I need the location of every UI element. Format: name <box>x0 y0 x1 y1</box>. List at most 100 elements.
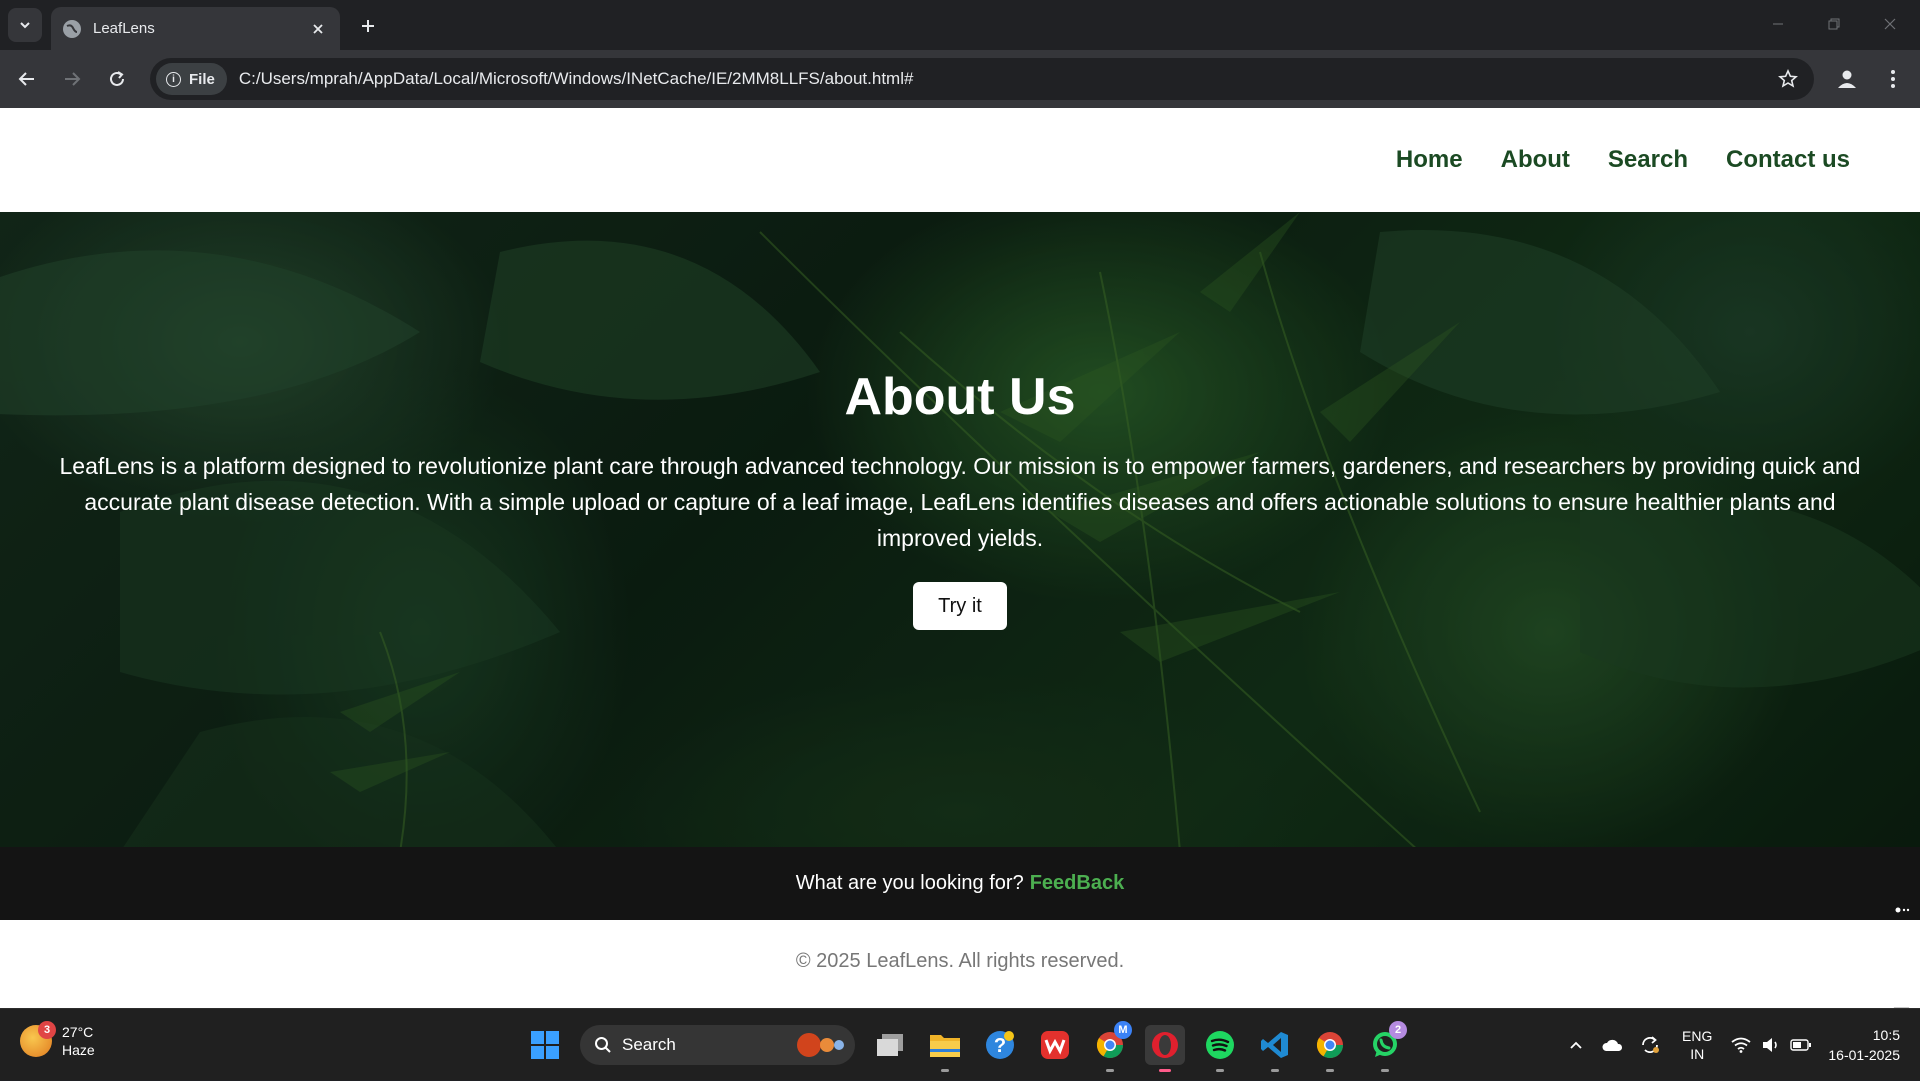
vscode-app[interactable] <box>1255 1025 1295 1072</box>
browser-tab-bar: LeafLens <box>0 0 1920 50</box>
profile-button[interactable] <box>1831 63 1863 95</box>
start-button[interactable] <box>525 1025 565 1065</box>
feedback-bar: What are you looking for? FeedBack <box>0 847 1920 920</box>
running-indicator <box>1381 1069 1389 1072</box>
running-indicator <box>941 1069 949 1072</box>
arrow-right-icon <box>65 72 81 86</box>
nav-home-link[interactable]: Home <box>1396 146 1463 174</box>
running-indicator <box>1216 1069 1224 1072</box>
chrome-profile-app[interactable]: M <box>1090 1021 1132 1072</box>
whatsapp-badge: 2 <box>1389 1021 1407 1039</box>
site-info-chip[interactable]: i File <box>156 63 227 95</box>
weather-temp: 27°C <box>62 1024 94 1040</box>
weather-widget[interactable]: 3 27°C Haze <box>20 1021 95 1059</box>
taskbar-apps: Search ? M 2 <box>525 1021 1420 1072</box>
page-title: About Us <box>844 368 1076 426</box>
wifi-icon[interactable] <box>1726 1037 1756 1053</box>
close-icon <box>1884 18 1896 30</box>
chrome-icon <box>1316 1032 1344 1059</box>
chrome-app[interactable] <box>1310 1025 1350 1072</box>
running-indicator <box>1106 1069 1114 1072</box>
running-indicator <box>1271 1069 1279 1072</box>
opera-app[interactable] <box>1145 1025 1185 1072</box>
search-icon <box>595 1037 611 1053</box>
restore-button[interactable] <box>1806 4 1862 44</box>
volume-icon[interactable] <box>1756 1037 1786 1053</box>
onedrive-icon[interactable] <box>1592 1038 1632 1052</box>
folder-icon <box>930 1035 960 1057</box>
file-explorer-app[interactable] <box>925 1025 965 1072</box>
clock-date: 16-01-2025 <box>1828 1047 1900 1063</box>
close-window-button[interactable] <box>1862 4 1918 44</box>
wps-icon <box>1041 1031 1069 1059</box>
vscode-icon <box>1261 1032 1288 1058</box>
arrow-left-icon <box>18 72 34 86</box>
pin-icon[interactable] <box>1888 895 1918 925</box>
help-app[interactable]: ? <box>980 1025 1020 1065</box>
language-region: IN <box>1690 1046 1705 1062</box>
site-header: Home About Search Contact us <box>0 108 1920 212</box>
about-description: LeafLens is a platform designed to revol… <box>59 453 1861 551</box>
task-view-icon <box>877 1034 903 1056</box>
spotify-app[interactable] <box>1200 1025 1240 1072</box>
windows-taskbar: 3 27°C Haze Search ? M 2 ENG IN 10:5 16-… <box>0 1008 1920 1080</box>
browser-toolbar: i File C:/Users/mprah/AppData/Local/Micr… <box>0 50 1920 108</box>
chevron-up-icon <box>1570 1041 1582 1049</box>
windows-logo-icon <box>531 1031 559 1059</box>
running-indicator <box>1326 1069 1334 1072</box>
nav-contact-link[interactable]: Contact us <box>1726 146 1850 174</box>
hero-section: About Us LeafLens is a platform designed… <box>0 212 1920 847</box>
feedback-prompt: What are you looking for? <box>795 872 1024 894</box>
back-button[interactable] <box>11 63 43 95</box>
copyright-text: © 2025 LeafLens. All rights reserved. <box>795 950 1125 972</box>
taskbar-search[interactable]: Search <box>580 1025 855 1065</box>
tab-search-button[interactable] <box>8 8 42 42</box>
wps-office-app[interactable] <box>1035 1025 1075 1065</box>
nav-about-link[interactable]: About <box>1501 146 1570 174</box>
spotify-icon <box>1206 1031 1234 1059</box>
search-highlight-icon <box>797 1033 844 1057</box>
chrome-profile-badge: M <box>1114 1021 1132 1039</box>
svg-text:?: ? <box>994 1035 1006 1057</box>
close-tab-icon[interactable] <box>308 19 328 39</box>
more-vert-icon <box>1891 70 1895 88</box>
plus-icon <box>362 20 374 32</box>
web-page: Home About Search Contact us About Us Le… <box>0 108 1920 1008</box>
info-icon: i <box>166 71 181 87</box>
reload-button[interactable] <box>101 63 133 95</box>
minimize-button[interactable] <box>1750 4 1806 44</box>
opera-icon <box>1152 1032 1178 1058</box>
address-bar[interactable]: i File C:/Users/mprah/AppData/Local/Micr… <box>150 58 1814 100</box>
chevron-down-icon <box>20 22 30 29</box>
sync-icon[interactable] <box>1632 1034 1668 1056</box>
whatsapp-app[interactable]: 2 <box>1365 1021 1407 1072</box>
taskbar-search-label: Search <box>622 1035 676 1054</box>
help-icon: ? <box>986 1031 1014 1059</box>
clock-time: 10:5 <box>1872 1027 1900 1043</box>
bookmark-button[interactable] <box>1770 61 1806 97</box>
camera-icon[interactable] <box>1888 929 1918 959</box>
menu-button[interactable] <box>1877 63 1909 95</box>
nav-search-link[interactable]: Search <box>1608 146 1688 174</box>
new-tab-button[interactable] <box>352 10 384 42</box>
language-code: ENG <box>1682 1028 1713 1044</box>
show-hidden-icons-button[interactable] <box>1560 1040 1592 1050</box>
feedback-link[interactable]: FeedBack <box>1030 872 1125 895</box>
site-chip-label: File <box>189 70 215 88</box>
task-view-button[interactable] <box>870 1025 910 1065</box>
browser-tab[interactable]: LeafLens <box>51 7 340 50</box>
url-text[interactable]: C:/Users/mprah/AppData/Local/Microsoft/W… <box>239 69 1770 89</box>
battery-icon[interactable] <box>1786 1039 1816 1051</box>
forward-button[interactable] <box>56 63 88 95</box>
clock[interactable]: 10:5 16-01-2025 <box>1828 1025 1900 1065</box>
profile-icon <box>1838 70 1856 88</box>
weather-badge: 3 <box>38 1021 56 1039</box>
site-nav: Home About Search Contact us <box>1396 146 1850 174</box>
video-icon[interactable] <box>1888 963 1918 993</box>
system-tray: ENG IN 10:5 16-01-2025 <box>1560 1009 1920 1081</box>
try-it-button[interactable]: Try it <box>913 582 1007 630</box>
weather-desc: Haze <box>62 1042 95 1058</box>
globe-icon <box>63 19 81 38</box>
reload-icon <box>110 71 124 86</box>
language-indicator[interactable]: ENG IN <box>1682 1027 1712 1063</box>
